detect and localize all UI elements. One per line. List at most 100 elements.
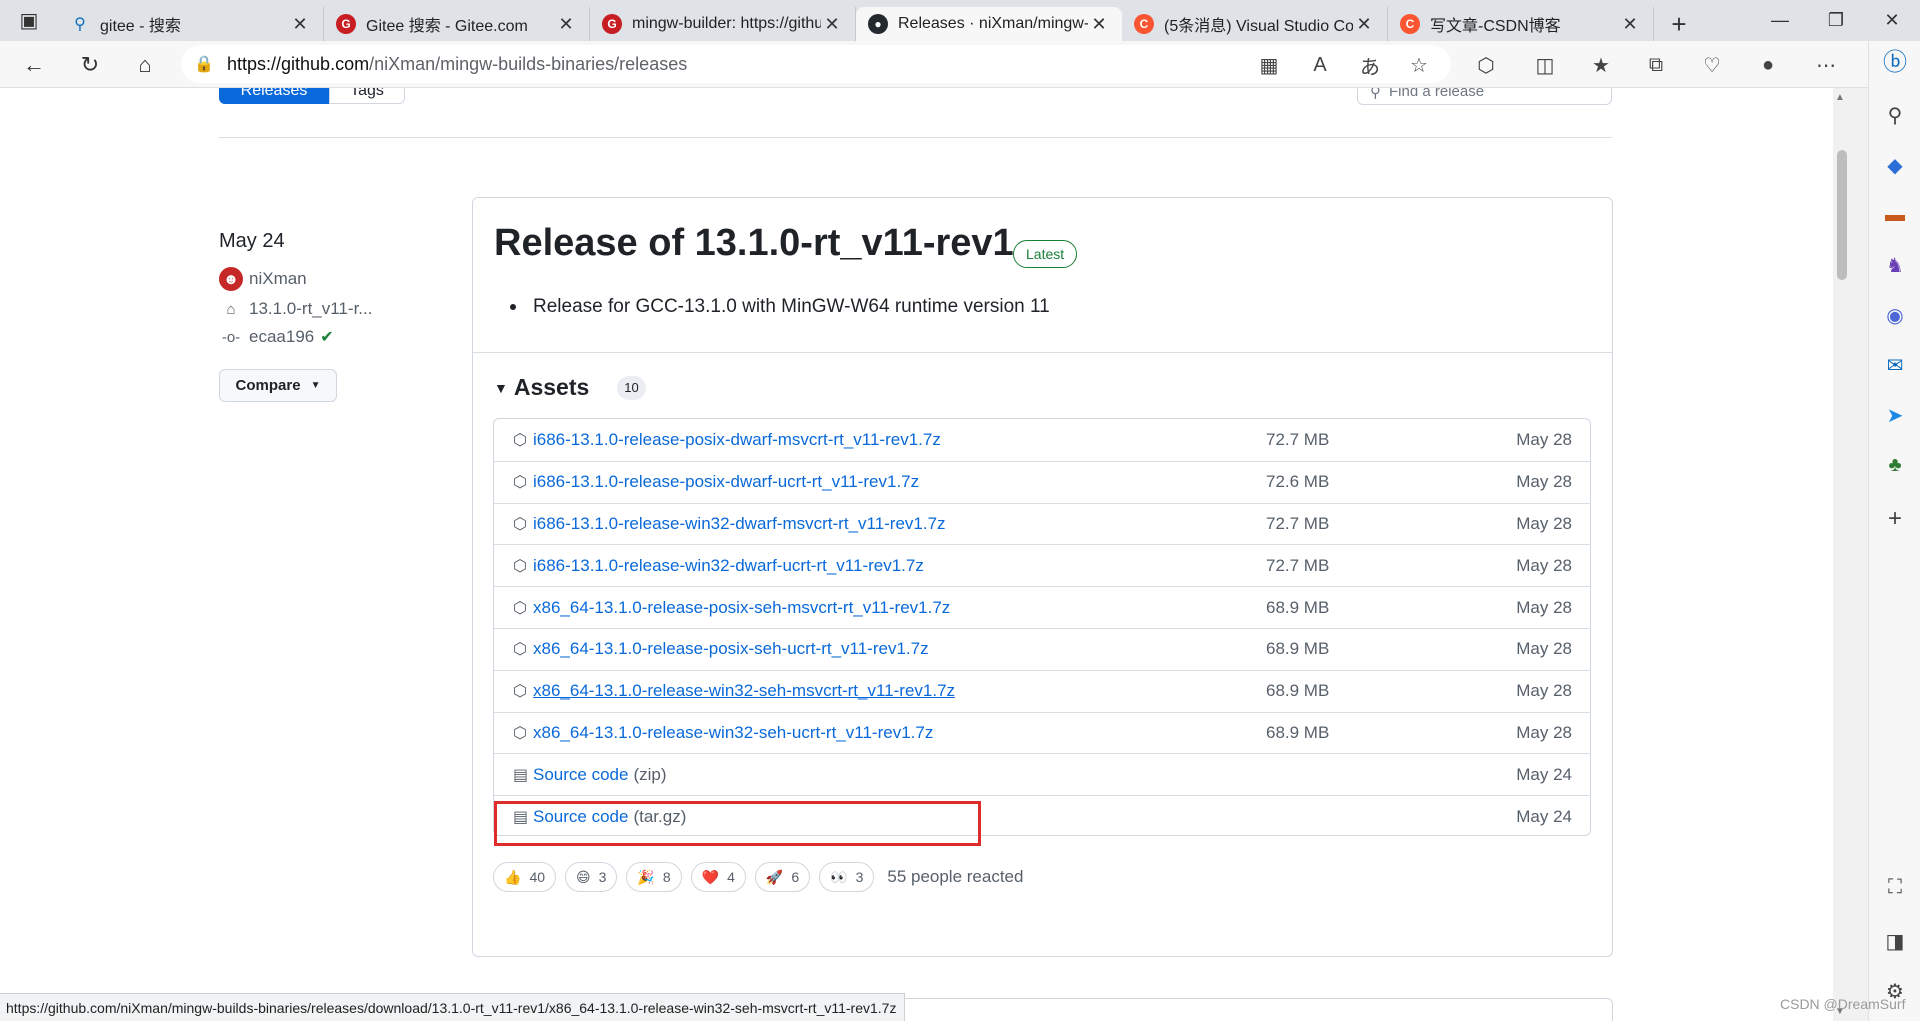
close-icon[interactable]: ✕: [1088, 14, 1110, 35]
browser-tab[interactable]: ⚲ gitee - 搜索 ✕: [58, 7, 324, 41]
microsoft-365-icon[interactable]: ◉: [1879, 299, 1911, 331]
scrollbar-thumb[interactable]: [1837, 150, 1847, 280]
tab-releases[interactable]: Releases: [219, 88, 329, 104]
release-subnav: Releases Tags: [219, 88, 405, 104]
close-icon[interactable]: ✕: [555, 14, 577, 35]
csdn-icon: C: [1134, 14, 1154, 34]
asset-name: Source code: [533, 806, 629, 826]
author-name[interactable]: niXman: [249, 269, 307, 289]
outlook-icon[interactable]: ✉: [1879, 349, 1911, 381]
asset-size: 72.7 MB: [1266, 513, 1330, 533]
asset-name: i686-13.1.0-release-posix-dwarf-ucrt-rt_…: [533, 472, 920, 492]
reaction-button[interactable]: ❤️ 4: [690, 862, 746, 892]
screenshot-icon[interactable]: ⛶: [1879, 871, 1911, 903]
app-available-icon[interactable]: ▦: [1251, 47, 1287, 83]
tools-icon[interactable]: ▬: [1879, 199, 1911, 231]
close-icon[interactable]: ✕: [821, 14, 843, 35]
read-aloud-icon[interactable]: A: [1302, 47, 1338, 83]
release-tag[interactable]: ⌂ 13.1.0-rt_v11-r...: [219, 297, 372, 321]
bing-copilot-icon[interactable]: ⓑ: [1879, 43, 1911, 76]
scroll-up-icon[interactable]: ▲: [1835, 92, 1845, 103]
tag-name[interactable]: 13.1.0-rt_v11-r...: [249, 299, 372, 319]
asset-link[interactable]: i686-13.1.0-release-win32-dwarf-ucrt-rt_…: [533, 556, 924, 576]
close-window-icon[interactable]: ✕: [1864, 0, 1920, 41]
new-tab-button[interactable]: +: [1654, 7, 1704, 41]
close-icon[interactable]: ✕: [289, 14, 311, 35]
release-notes: Release for GCC-13.1.0 with MinGW-W64 ru…: [510, 296, 1050, 318]
find-release-input[interactable]: ⚲ Find a release: [1357, 88, 1612, 105]
verified-check-icon[interactable]: ✔: [320, 327, 333, 347]
asset-date: May 28: [1516, 513, 1572, 533]
collections-icon[interactable]: ⧉: [1638, 47, 1674, 83]
commit-icon: -o-: [221, 328, 241, 346]
back-icon[interactable]: ←: [14, 45, 54, 85]
split-screen-icon[interactable]: ◫: [1527, 47, 1563, 83]
release-title[interactable]: Release of 13.1.0-rt_v11-rev1: [494, 222, 1014, 265]
page-scrollbar[interactable]: ▲ ▼: [1833, 88, 1868, 1021]
shopping-tag-icon[interactable]: ◆: [1879, 149, 1911, 181]
close-icon[interactable]: ✕: [1353, 14, 1375, 35]
hide-sidebar-icon[interactable]: ◨: [1879, 925, 1911, 957]
profile-icon[interactable]: ●: [1750, 47, 1786, 83]
tab-actions-icon[interactable]: ▣: [0, 0, 58, 41]
browser-tab[interactable]: ● Releases · niXman/mingw-b ✕: [856, 7, 1122, 41]
translate-icon[interactable]: あ: [1352, 47, 1388, 83]
asset-date: May 28: [1516, 639, 1572, 659]
lock-icon[interactable]: 🔒: [181, 54, 227, 74]
asset-link[interactable]: x86_64-13.1.0-release-win32-seh-ucrt-rt_…: [533, 723, 933, 743]
reaction-button[interactable]: 👍 40: [493, 862, 557, 892]
release-card: Release of 13.1.0-rt_v11-rev1 Latest Rel…: [472, 197, 1613, 957]
minimize-icon[interactable]: —: [1752, 0, 1808, 41]
package-icon: ⬡: [513, 724, 527, 742]
refresh-icon[interactable]: ↻: [70, 45, 110, 85]
search-sidebar-icon[interactable]: ⚲: [1879, 99, 1911, 131]
asset-link[interactable]: x86_64-13.1.0-release-posix-seh-ucrt-rt_…: [533, 639, 929, 659]
tree-icon[interactable]: ♣: [1879, 449, 1911, 481]
asset-row: ⬡ x86_64-13.1.0-release-win32-seh-ucrt-rt…: [494, 711, 1590, 754]
telegram-icon[interactable]: ➤: [1879, 399, 1911, 431]
browser-tab[interactable]: Gmingw-builder: https://githu ✕: [590, 7, 856, 41]
asset-size: 68.9 MB: [1266, 681, 1330, 701]
tab-tags[interactable]: Tags: [329, 88, 405, 104]
chevron-down-icon: ▼: [310, 380, 321, 391]
release-commit[interactable]: -o- ecaa196 ✔: [219, 325, 334, 349]
browser-tab[interactable]: C (5条消息) Visual Studio Cod ✕: [1122, 7, 1388, 41]
tab-title: Gitee 搜索 - Gitee.com: [366, 18, 528, 35]
reaction-emoji: 👀: [830, 868, 848, 885]
asset-row: ⬡ i686-13.1.0-release-posix-dwarf-msvcrt-…: [494, 419, 1590, 461]
package-icon: ⬡: [513, 474, 527, 492]
reaction-count: 4: [727, 869, 735, 885]
reacted-summary: 55 people reacted: [887, 867, 1024, 886]
asset-link[interactable]: i686-13.1.0-release-win32-dwarf-msvcrt-r…: [533, 514, 946, 534]
asset-link[interactable]: i686-13.1.0-release-posix-dwarf-ucrt-rt_…: [533, 472, 919, 492]
release-author[interactable]: ☻ niXman: [219, 267, 307, 291]
commit-hash[interactable]: ecaa196: [249, 327, 314, 347]
browser-essentials-icon[interactable]: ♡: [1694, 47, 1730, 83]
reaction-button[interactable]: 🚀 6: [754, 862, 811, 892]
reaction-button[interactable]: 👀 3: [819, 862, 875, 892]
extensions-icon[interactable]: ⬡: [1468, 47, 1504, 83]
close-icon[interactable]: ✕: [1619, 14, 1641, 35]
asset-name: x86_64-13.1.0-release-posix-seh-msvcrt-r…: [533, 597, 951, 617]
assets-toggle[interactable]: ▼ Assets 10: [494, 374, 646, 401]
asset-link[interactable]: i686-13.1.0-release-posix-dwarf-msvcrt-r…: [533, 430, 941, 450]
reaction-button[interactable]: 😄 3: [565, 862, 618, 892]
favorites-icon[interactable]: ★: [1583, 47, 1619, 83]
more-options-icon[interactable]: ⋯: [1808, 47, 1844, 83]
browser-tab[interactable]: G Gitee 搜索 - Gitee.com ✕: [324, 7, 590, 41]
reaction-button[interactable]: 🎉 8: [626, 862, 682, 892]
address-bar: ← ↻ ⌂ 🔒 https://github.com/niXman/mingw-…: [0, 41, 1920, 88]
asset-link[interactable]: x86_64-13.1.0-release-win32-seh-msvcrt-r…: [533, 681, 955, 701]
asset-row: ▤ Source code (zip) May 24: [494, 753, 1590, 795]
home-icon[interactable]: ⌂: [125, 45, 165, 85]
compare-button[interactable]: Compare ▼: [219, 369, 337, 402]
favorite-star-icon[interactable]: ☆: [1401, 47, 1437, 83]
add-sidebar-app-icon[interactable]: +: [1879, 503, 1911, 535]
asset-link[interactable]: x86_64-13.1.0-release-posix-seh-msvcrt-r…: [533, 598, 950, 618]
games-icon[interactable]: ♞: [1879, 249, 1911, 281]
status-bar-url: https://github.com/niXman/mingw-builds-b…: [0, 993, 906, 1021]
asset-link[interactable]: Source code (zip): [533, 765, 667, 785]
browser-tab[interactable]: C 写文章-CSDN博客 ✕: [1388, 7, 1654, 41]
asset-link[interactable]: Source code (tar.gz): [533, 807, 686, 827]
restore-icon[interactable]: ❐: [1808, 0, 1864, 41]
